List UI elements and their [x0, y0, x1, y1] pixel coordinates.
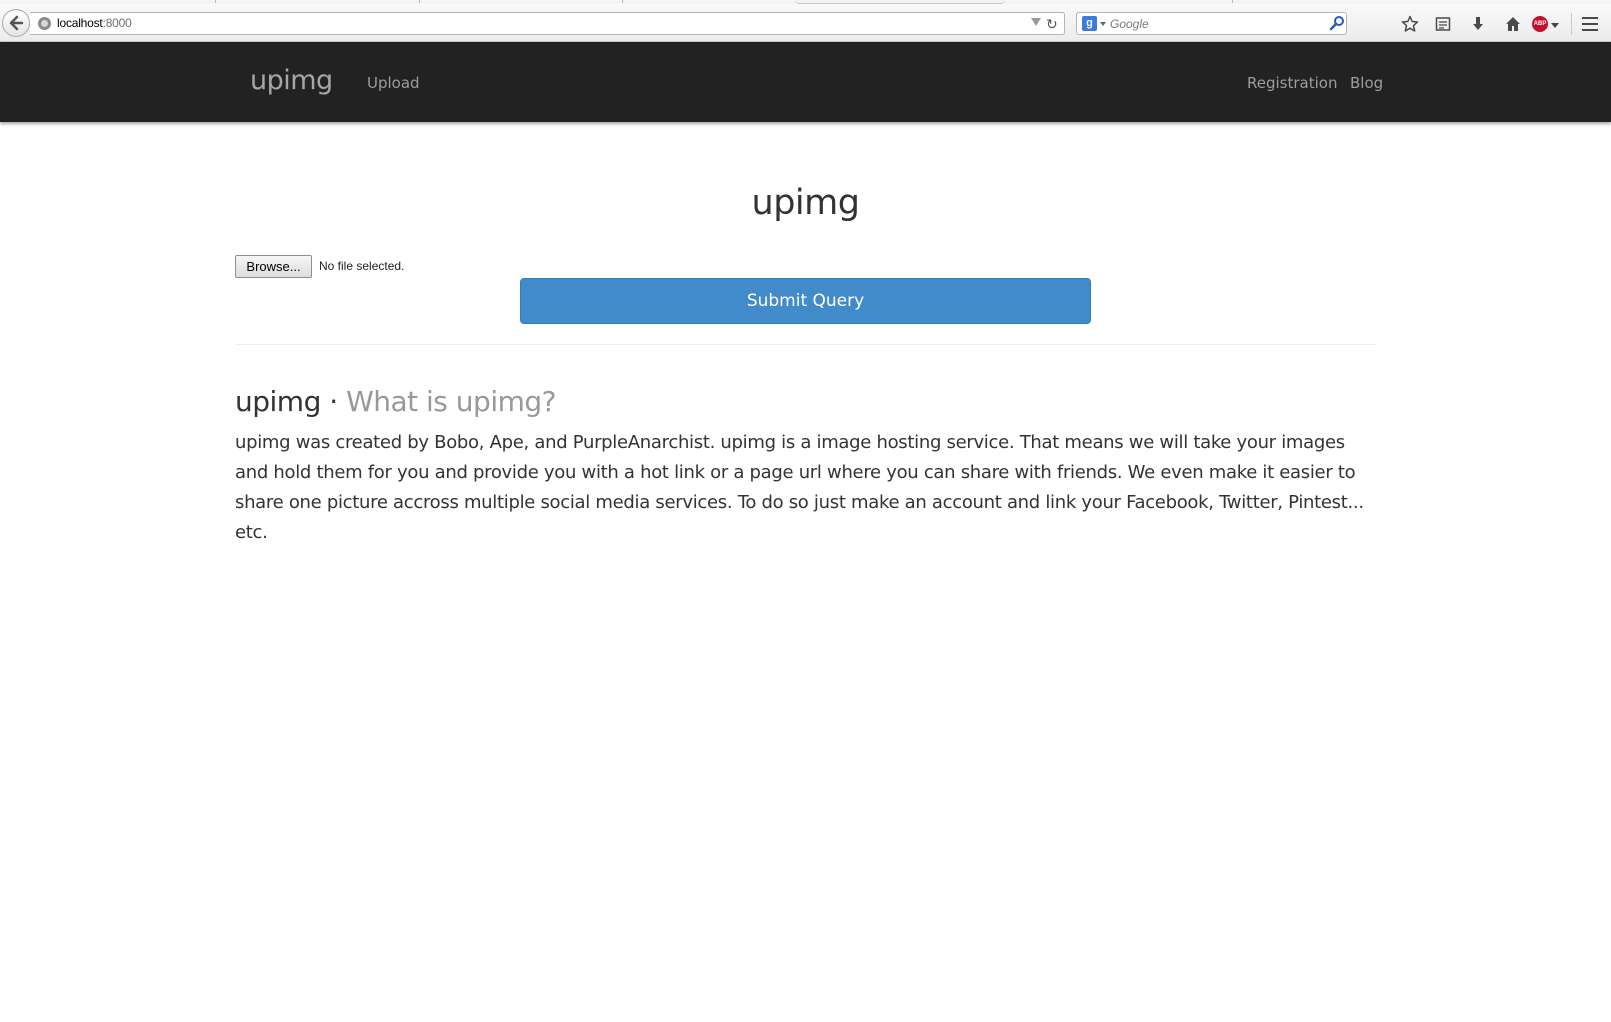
- tab-separator: [622, 0, 623, 3]
- toolbar-separator: [1571, 13, 1572, 35]
- tab-separator: [215, 0, 216, 3]
- bookmarks-menu-icon[interactable]: [1434, 15, 1452, 33]
- url-bar[interactable]: localhost:8000 ↻: [30, 12, 1065, 35]
- back-arrow-icon: [9, 15, 24, 31]
- reload-icon[interactable]: ↻: [1046, 16, 1058, 32]
- heading-separator: ·: [320, 385, 347, 418]
- url-host: localhost: [57, 16, 103, 30]
- hamburger-menu-icon[interactable]: [1582, 17, 1598, 31]
- search-bar[interactable]: g: [1076, 12, 1347, 35]
- back-button[interactable]: [2, 9, 30, 37]
- home-icon[interactable]: [1504, 15, 1522, 33]
- bookmark-star-icon[interactable]: [1401, 15, 1419, 33]
- search-input[interactable]: [1110, 15, 1310, 32]
- history-dropdown-icon[interactable]: [1031, 18, 1041, 26]
- about-heading-subtitle: What is upimg?: [346, 385, 557, 418]
- site-navbar: upimg Upload Registration Blog: [0, 42, 1611, 122]
- site-identity-icon[interactable]: [38, 17, 51, 30]
- file-status-text: No file selected.: [319, 259, 405, 273]
- about-heading: upimg · What is upimg?: [235, 385, 557, 418]
- browse-button[interactable]: Browse...: [235, 255, 312, 278]
- google-engine-icon[interactable]: g: [1082, 16, 1097, 31]
- engine-dropdown-icon[interactable]: [1100, 22, 1106, 26]
- section-divider: [235, 344, 1376, 345]
- brand-logo-link[interactable]: upimg: [250, 65, 333, 96]
- tab-separator: [1232, 0, 1233, 3]
- adblock-dropdown-icon[interactable]: [1551, 23, 1559, 28]
- nav-link-upload[interactable]: Upload: [367, 74, 420, 92]
- tab-separator: [419, 0, 420, 3]
- submit-query-button[interactable]: Submit Query: [520, 278, 1091, 324]
- about-heading-main: upimg: [235, 385, 321, 418]
- download-icon[interactable]: [1469, 15, 1487, 33]
- search-icon[interactable]: [1329, 15, 1345, 31]
- url-port: :8000: [102, 16, 132, 30]
- nav-link-registration[interactable]: Registration: [1247, 74, 1337, 92]
- url-text[interactable]: localhost:8000: [57, 16, 132, 30]
- adblock-icon[interactable]: ABP: [1532, 16, 1548, 32]
- page-title: upimg: [751, 183, 860, 223]
- about-description: upimg was created by Bobo, Ape, and Purp…: [235, 432, 1364, 543]
- browser-toolbar: localhost:8000 ↻ g ABP: [0, 4, 1611, 42]
- nav-link-blog[interactable]: Blog: [1350, 74, 1383, 92]
